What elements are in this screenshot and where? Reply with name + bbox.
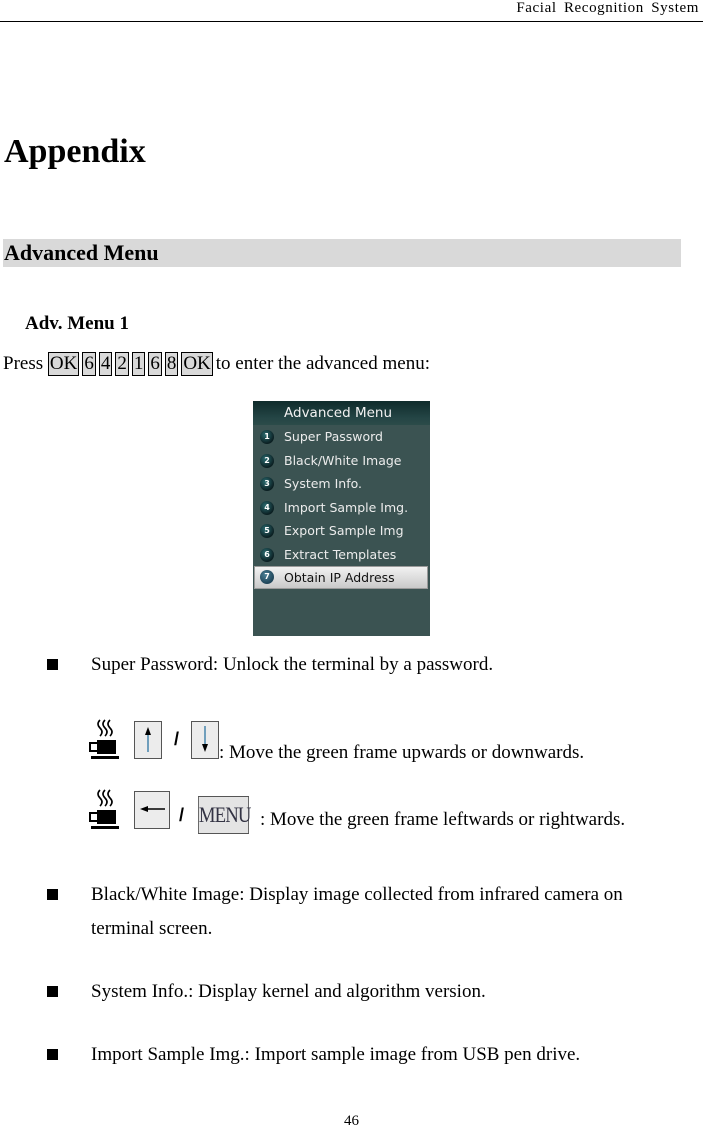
device-menu-item-label: Super Password <box>284 429 383 444</box>
key-6: 6 <box>148 352 162 376</box>
key-instruction-row: / MENU : Move the green frame leftwards … <box>88 788 698 834</box>
bullet-text: System Info.: Display kernel and algorit… <box>91 981 486 1002</box>
device-menu-item-super-password: 1 Super Password <box>253 425 430 449</box>
key-8: 8 <box>164 352 179 376</box>
down-arrow-key <box>191 721 219 759</box>
number-badge-icon: 2 <box>260 453 274 468</box>
device-menu-item-label: System Info. <box>284 476 362 491</box>
key-ok: OK <box>181 352 213 376</box>
instruction-suffix: to enter the advanced menu: <box>215 353 430 374</box>
appendix-title: Appendix <box>4 133 146 170</box>
device-menu-item-obtain-ip-address-selected: 7 Obtain IP Address <box>254 566 428 589</box>
key-1: 1 <box>131 352 146 376</box>
device-menu-item-system-info: 3 System Info. <box>253 472 430 496</box>
up-arrow-icon <box>145 727 151 752</box>
menu-key: MENU <box>198 796 251 834</box>
number-badge-icon: 3 <box>260 477 274 491</box>
advanced-menu-screenshot: Advanced Menu 1 Super Password 2 Black/W… <box>253 401 430 636</box>
square-bullet-icon <box>47 659 58 670</box>
key-instruction-text: : Move the green frame leftwards or righ… <box>260 809 626 830</box>
device-menu-item-label: Export Sample Img <box>284 523 404 538</box>
number-badge-icon: 5 <box>260 524 274 538</box>
device-menu-item-label: Obtain IP Address <box>284 570 395 585</box>
device-menu-item-label: Extract Templates <box>284 546 397 562</box>
square-bullet-icon <box>47 889 58 900</box>
instruction-prefix: Press <box>3 353 44 374</box>
header-rule <box>0 21 703 22</box>
coffee-cup-icon <box>89 789 119 829</box>
square-bullet-icon <box>47 1049 58 1060</box>
section-title: Advanced Menu <box>4 240 159 265</box>
device-menu-item-extract-templates: 6 Extract Templates <box>253 543 430 567</box>
key-4: 4 <box>98 352 113 376</box>
key-ok: OK <box>47 352 80 376</box>
device-menu-item-label: Import Sample Img. <box>284 499 409 515</box>
up-arrow-key <box>134 721 162 759</box>
key-6: 6 <box>82 352 96 376</box>
device-menu-item-export-sample-img: 5 Export Sample Img <box>253 519 430 543</box>
page-number: 46 <box>344 1113 359 1129</box>
bullet-text: Super Password: Unlock the terminal by a… <box>91 654 494 675</box>
left-arrow-key <box>134 791 170 829</box>
separator-slash: / <box>179 805 185 825</box>
down-arrow-icon <box>202 726 208 752</box>
device-menu-item-black-white-image: 2 Black/White Image <box>253 449 430 473</box>
device-menu-title: Advanced Menu <box>253 401 430 425</box>
number-badge-icon: 6 <box>260 547 274 562</box>
number-badge-icon: 1 <box>260 430 274 444</box>
left-arrow-icon <box>140 806 165 812</box>
running-header: Facial Recognition System <box>516 0 699 16</box>
number-badge-icon: 7 <box>260 570 274 584</box>
subsection-title: Adv. Menu 1 <box>25 313 129 334</box>
coffee-cup-icon <box>89 719 119 759</box>
key-2: 2 <box>115 352 129 376</box>
bullet-text: Import Sample Img.: Import sample image … <box>91 1044 581 1065</box>
key-sequence-instruction: Press OK 6 4 2 1 6 8 OK to enter the advanced me… <box>3 352 430 376</box>
key-instruction-row: / : Move the green frame upwards or down… <box>88 718 688 764</box>
device-menu-item-label: Black/White Image <box>284 452 402 468</box>
key-instruction-text: : Move the green frame upwards or downwa… <box>219 742 585 763</box>
separator-slash: / <box>174 729 180 749</box>
number-badge-icon: 4 <box>260 500 274 515</box>
bullet-text: Black/White Image: Display image collect… <box>91 884 623 939</box>
device-menu-item-import-sample-img: 4 Import Sample Img. <box>253 496 430 520</box>
square-bullet-icon <box>47 986 58 997</box>
